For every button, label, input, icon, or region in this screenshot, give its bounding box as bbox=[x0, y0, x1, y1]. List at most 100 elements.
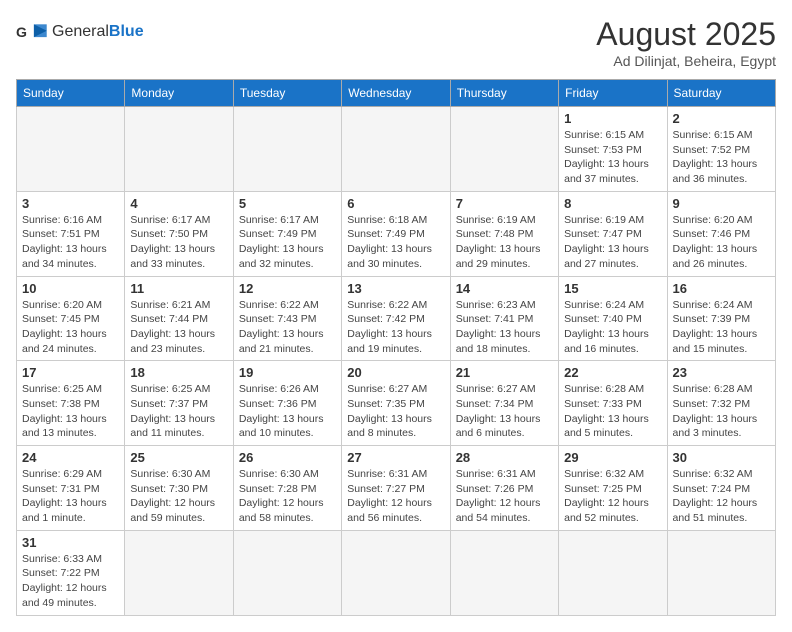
day-info: Sunrise: 6:28 AM Sunset: 7:33 PM Dayligh… bbox=[564, 382, 661, 441]
title-area: August 2025 Ad Dilinjat, Beheira, Egypt bbox=[596, 16, 776, 69]
weekday-header-sunday: Sunday bbox=[17, 80, 125, 107]
day-info: Sunrise: 6:25 AM Sunset: 7:38 PM Dayligh… bbox=[22, 382, 119, 441]
calendar-cell: 9 Sunrise: 6:20 AM Sunset: 7:46 PM Daylig… bbox=[667, 191, 775, 276]
calendar-cell bbox=[125, 530, 233, 615]
calendar-cell: 28Sunrise: 6:31 AM Sunset: 7:26 PM Dayli… bbox=[450, 446, 558, 531]
calendar-cell: 1Sunrise: 6:15 AM Sunset: 7:53 PM Daylig… bbox=[559, 107, 667, 192]
calendar-cell bbox=[125, 107, 233, 192]
day-number: 6 bbox=[347, 196, 444, 211]
day-info: Sunrise: 6:26 AM Sunset: 7:36 PM Dayligh… bbox=[239, 382, 336, 441]
day-number: 18 bbox=[130, 365, 227, 380]
location: Ad Dilinjat, Beheira, Egypt bbox=[596, 53, 776, 69]
day-info: Sunrise: 6:17 AM Sunset: 7:50 PM Dayligh… bbox=[130, 213, 227, 272]
calendar-cell: 19Sunrise: 6:26 AM Sunset: 7:36 PM Dayli… bbox=[233, 361, 341, 446]
calendar-cell: 25Sunrise: 6:30 AM Sunset: 7:30 PM Dayli… bbox=[125, 446, 233, 531]
day-info: Sunrise: 6:18 AM Sunset: 7:49 PM Dayligh… bbox=[347, 213, 444, 272]
calendar-week-row: 17 Sunrise: 6:25 AM Sunset: 7:38 PM Dayli… bbox=[17, 361, 776, 446]
weekday-header-friday: Friday bbox=[559, 80, 667, 107]
day-info: Sunrise: 6:19 AM Sunset: 7:47 PM Dayligh… bbox=[564, 213, 661, 272]
day-number: 12 bbox=[239, 281, 336, 296]
day-number: 13 bbox=[347, 281, 444, 296]
day-number: 29 bbox=[564, 450, 661, 465]
day-info: Sunrise: 6:29 AM Sunset: 7:31 PM Dayligh… bbox=[22, 467, 119, 526]
calendar-cell: 7Sunrise: 6:19 AM Sunset: 7:48 PM Daylig… bbox=[450, 191, 558, 276]
calendar: SundayMondayTuesdayWednesdayThursdayFrid… bbox=[16, 79, 776, 616]
day-info: Sunrise: 6:33 AM Sunset: 7:22 PM Dayligh… bbox=[22, 552, 119, 611]
day-info: Sunrise: 6:27 AM Sunset: 7:34 PM Dayligh… bbox=[456, 382, 553, 441]
day-number: 8 bbox=[564, 196, 661, 211]
day-number: 21 bbox=[456, 365, 553, 380]
calendar-cell: 5 Sunrise: 6:17 AM Sunset: 7:49 PM Daylig… bbox=[233, 191, 341, 276]
day-info: Sunrise: 6:31 AM Sunset: 7:26 PM Dayligh… bbox=[456, 467, 553, 526]
weekday-header-tuesday: Tuesday bbox=[233, 80, 341, 107]
day-info: Sunrise: 6:22 AM Sunset: 7:42 PM Dayligh… bbox=[347, 298, 444, 357]
day-info: Sunrise: 6:32 AM Sunset: 7:24 PM Dayligh… bbox=[673, 467, 770, 526]
month-year: August 2025 bbox=[596, 16, 776, 53]
calendar-cell: 29 Sunrise: 6:32 AM Sunset: 7:25 PM Dayli… bbox=[559, 446, 667, 531]
day-info: Sunrise: 6:20 AM Sunset: 7:46 PM Dayligh… bbox=[673, 213, 770, 272]
calendar-cell: 17 Sunrise: 6:25 AM Sunset: 7:38 PM Dayli… bbox=[17, 361, 125, 446]
calendar-cell: 23 Sunrise: 6:28 AM Sunset: 7:32 PM Dayli… bbox=[667, 361, 775, 446]
calendar-week-row: 31 Sunrise: 6:33 AM Sunset: 7:22 PM Dayli… bbox=[17, 530, 776, 615]
day-info: Sunrise: 6:23 AM Sunset: 7:41 PM Dayligh… bbox=[456, 298, 553, 357]
day-number: 27 bbox=[347, 450, 444, 465]
day-number: 9 bbox=[673, 196, 770, 211]
day-info: Sunrise: 6:21 AM Sunset: 7:44 PM Dayligh… bbox=[130, 298, 227, 357]
day-info: Sunrise: 6:28 AM Sunset: 7:32 PM Dayligh… bbox=[673, 382, 770, 441]
weekday-header-wednesday: Wednesday bbox=[342, 80, 450, 107]
day-number: 16 bbox=[673, 281, 770, 296]
calendar-cell: 21 Sunrise: 6:27 AM Sunset: 7:34 PM Dayli… bbox=[450, 361, 558, 446]
day-info: Sunrise: 6:25 AM Sunset: 7:37 PM Dayligh… bbox=[130, 382, 227, 441]
calendar-cell: 4 Sunrise: 6:17 AM Sunset: 7:50 PM Daylig… bbox=[125, 191, 233, 276]
day-number: 10 bbox=[22, 281, 119, 296]
day-number: 30 bbox=[673, 450, 770, 465]
calendar-week-row: 24 Sunrise: 6:29 AM Sunset: 7:31 PM Dayli… bbox=[17, 446, 776, 531]
calendar-cell: 15 Sunrise: 6:24 AM Sunset: 7:40 PM Dayli… bbox=[559, 276, 667, 361]
calendar-cell bbox=[667, 530, 775, 615]
calendar-cell: 6 Sunrise: 6:18 AM Sunset: 7:49 PM Daylig… bbox=[342, 191, 450, 276]
calendar-cell: 26Sunrise: 6:30 AM Sunset: 7:28 PM Dayli… bbox=[233, 446, 341, 531]
calendar-week-row: 3Sunrise: 6:16 AM Sunset: 7:51 PM Daylig… bbox=[17, 191, 776, 276]
day-info: Sunrise: 6:22 AM Sunset: 7:43 PM Dayligh… bbox=[239, 298, 336, 357]
day-info: Sunrise: 6:17 AM Sunset: 7:49 PM Dayligh… bbox=[239, 213, 336, 272]
logo-icon: G bbox=[16, 16, 48, 48]
weekday-header-saturday: Saturday bbox=[667, 80, 775, 107]
day-number: 24 bbox=[22, 450, 119, 465]
logo-text: GeneralBlue bbox=[52, 23, 144, 41]
calendar-cell bbox=[17, 107, 125, 192]
day-info: Sunrise: 6:24 AM Sunset: 7:39 PM Dayligh… bbox=[673, 298, 770, 357]
weekday-header-row: SundayMondayTuesdayWednesdayThursdayFrid… bbox=[17, 80, 776, 107]
calendar-cell: 24 Sunrise: 6:29 AM Sunset: 7:31 PM Dayli… bbox=[17, 446, 125, 531]
day-info: Sunrise: 6:27 AM Sunset: 7:35 PM Dayligh… bbox=[347, 382, 444, 441]
calendar-cell bbox=[559, 530, 667, 615]
day-number: 5 bbox=[239, 196, 336, 211]
day-number: 22 bbox=[564, 365, 661, 380]
day-number: 4 bbox=[130, 196, 227, 211]
day-number: 2 bbox=[673, 111, 770, 126]
calendar-cell: 13 Sunrise: 6:22 AM Sunset: 7:42 PM Dayli… bbox=[342, 276, 450, 361]
calendar-cell bbox=[450, 530, 558, 615]
day-info: Sunrise: 6:32 AM Sunset: 7:25 PM Dayligh… bbox=[564, 467, 661, 526]
calendar-cell bbox=[342, 107, 450, 192]
day-number: 23 bbox=[673, 365, 770, 380]
weekday-header-thursday: Thursday bbox=[450, 80, 558, 107]
calendar-cell: 12 Sunrise: 6:22 AM Sunset: 7:43 PM Dayli… bbox=[233, 276, 341, 361]
calendar-week-row: 1Sunrise: 6:15 AM Sunset: 7:53 PM Daylig… bbox=[17, 107, 776, 192]
calendar-cell: 18 Sunrise: 6:25 AM Sunset: 7:37 PM Dayli… bbox=[125, 361, 233, 446]
calendar-cell: 8 Sunrise: 6:19 AM Sunset: 7:47 PM Daylig… bbox=[559, 191, 667, 276]
day-number: 15 bbox=[564, 281, 661, 296]
day-info: Sunrise: 6:31 AM Sunset: 7:27 PM Dayligh… bbox=[347, 467, 444, 526]
day-info: Sunrise: 6:30 AM Sunset: 7:30 PM Dayligh… bbox=[130, 467, 227, 526]
day-info: Sunrise: 6:15 AM Sunset: 7:52 PM Dayligh… bbox=[673, 128, 770, 187]
day-info: Sunrise: 6:16 AM Sunset: 7:51 PM Dayligh… bbox=[22, 213, 119, 272]
day-number: 17 bbox=[22, 365, 119, 380]
day-number: 26 bbox=[239, 450, 336, 465]
day-number: 1 bbox=[564, 111, 661, 126]
day-info: Sunrise: 6:24 AM Sunset: 7:40 PM Dayligh… bbox=[564, 298, 661, 357]
day-number: 31 bbox=[22, 535, 119, 550]
day-number: 11 bbox=[130, 281, 227, 296]
logo: G GeneralBlue bbox=[16, 16, 144, 48]
calendar-cell: 14Sunrise: 6:23 AM Sunset: 7:41 PM Dayli… bbox=[450, 276, 558, 361]
calendar-cell: 30 Sunrise: 6:32 AM Sunset: 7:24 PM Dayli… bbox=[667, 446, 775, 531]
calendar-cell: 10Sunrise: 6:20 AM Sunset: 7:45 PM Dayli… bbox=[17, 276, 125, 361]
